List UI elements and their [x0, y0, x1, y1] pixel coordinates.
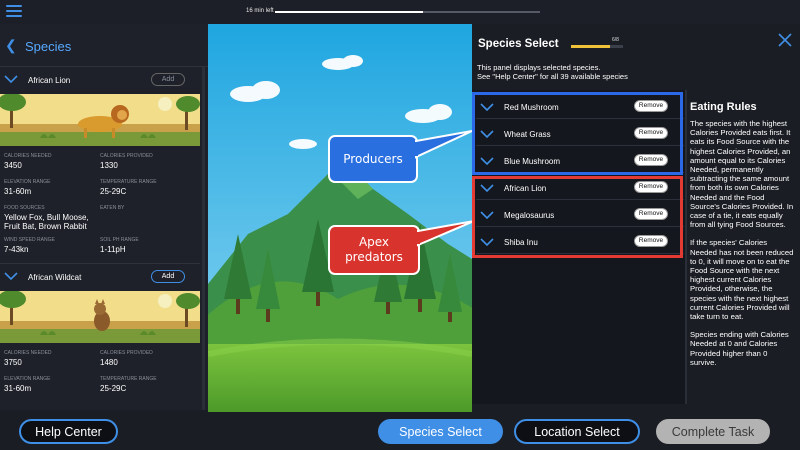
- species-select-title: Species Select: [478, 38, 559, 50]
- chevron-down-icon[interactable]: [4, 74, 18, 84]
- selection-progress-fill: [571, 45, 610, 48]
- food-sources-value: Yellow Fox, Bull Moose, Fruit Bat, Brown…: [4, 213, 89, 231]
- description-line-2: See "Help Center" for all 39 available s…: [477, 72, 628, 81]
- selection-progress-bar: [571, 45, 623, 48]
- species-card-name: African Lion: [28, 76, 71, 85]
- add-african-wildcat-button[interactable]: Add: [151, 270, 185, 283]
- panel-description: This panel displays selected species. Se…: [477, 63, 628, 81]
- african-lion-image: [0, 94, 200, 146]
- soil-ph-value: 1-11pH: [100, 245, 126, 254]
- producers-highlight-box: [472, 92, 683, 175]
- ecosystem-scene: Producers Apex predators: [208, 24, 472, 412]
- apex-predators-callout: Apex predators: [328, 225, 420, 275]
- chevron-down-icon[interactable]: [4, 271, 18, 281]
- time-progress-fill: [275, 11, 424, 13]
- eating-rules-paragraph-3: Species ending with Calories Needed at 0…: [690, 330, 789, 367]
- calories-needed-value: 3750: [4, 358, 22, 367]
- calories-provided-label: CALORIES PROVIDED: [100, 153, 153, 159]
- wind-speed-value: 7-43kn: [4, 245, 29, 254]
- calories-provided-value: 1330: [100, 161, 118, 170]
- apex-callout-pointer: [416, 220, 472, 247]
- time-left-label: 16 min left: [246, 8, 274, 14]
- species-scrollbar[interactable]: [202, 67, 205, 410]
- hamburger-icon[interactable]: [6, 5, 22, 18]
- temperature-label: TEMPERATURE RANGE: [100, 376, 157, 382]
- time-progress-bar: [275, 11, 540, 13]
- temperature-label: TEMPERATURE RANGE: [100, 179, 157, 185]
- complete-task-button[interactable]: Complete Task: [656, 419, 770, 444]
- close-icon[interactable]: [778, 33, 792, 47]
- eating-rules-title: Eating Rules: [690, 101, 757, 113]
- eaten-by-label: EATEN BY: [100, 205, 125, 211]
- species-select-button[interactable]: Species Select: [378, 419, 503, 444]
- species-card-header: African Wildcat Add: [0, 264, 200, 291]
- food-sources-label: FOOD SOURCES: [4, 205, 45, 211]
- eating-rules-paragraph-2: If the species' Calories Needed has not …: [690, 238, 794, 322]
- temperature-value: 25-29C: [100, 384, 127, 393]
- producers-callout-text: Producers: [343, 151, 403, 166]
- producers-callout-pointer: [414, 130, 472, 159]
- species-card-header: African Lion Add: [0, 67, 200, 94]
- calories-needed-label: CALORIES NEEDED: [4, 350, 52, 356]
- species-card-stats: CALORIES NEEDED 3750 CALORIES PROVIDED 148…: [0, 343, 200, 399]
- description-line-1: This panel displays selected species.: [477, 63, 601, 72]
- calories-provided-value: 1480: [100, 358, 118, 367]
- elevation-label: ELEVATION RANGE: [4, 179, 51, 185]
- elevation-label: ELEVATION RANGE: [4, 376, 51, 382]
- soil-ph-label: SOIL PH RANGE: [100, 237, 139, 243]
- species-header: ❮ Species: [0, 24, 208, 67]
- african-wildcat-image: [0, 291, 200, 343]
- apex-predators-callout-text: Apex predators: [345, 235, 403, 264]
- elevation-value: 31-60m: [4, 384, 32, 393]
- species-card-stats: CALORIES NEEDED 3450 CALORIES PROVIDED 133…: [0, 146, 200, 260]
- bottom-bar: Help Center Species Select Location Sele…: [0, 412, 800, 450]
- back-chevron-icon[interactable]: ❮: [5, 37, 17, 54]
- eating-rules: Eating Rules The species with the highes…: [690, 101, 794, 376]
- calories-needed-label: CALORIES NEEDED: [4, 153, 52, 159]
- selection-count: 6/8: [612, 37, 619, 43]
- help-center-button[interactable]: Help Center: [19, 419, 118, 444]
- species-panel: ❮ Species African Lion Add CALORIES NEED…: [0, 24, 208, 410]
- elevation-value: 31-60m: [4, 187, 32, 196]
- producers-callout: Producers: [328, 135, 418, 183]
- add-african-lion-button[interactable]: Add: [151, 73, 185, 86]
- calories-needed-value: 3450: [4, 161, 22, 170]
- species-panel-title: Species: [25, 39, 72, 54]
- landscape-illustration: [208, 24, 472, 412]
- species-card-african-lion: African Lion Add CALORIES NEEDED 3450 CA…: [0, 67, 200, 260]
- eating-rules-paragraph-1: The species with the highest Calories Pr…: [690, 119, 794, 230]
- panel-divider: [685, 90, 687, 404]
- species-card-name: African Wildcat: [28, 273, 82, 282]
- top-bar: 16 min left: [0, 0, 800, 24]
- wind-speed-label: WIND SPEED RANGE: [4, 237, 55, 243]
- apex-predators-highlight-box: [472, 176, 683, 258]
- species-select-panel: Species Select 6/8 This panel displays s…: [472, 24, 800, 412]
- temperature-value: 25-29C: [100, 187, 127, 196]
- species-card-african-wildcat: African Wildcat Add CALORIES NEEDED 3750…: [0, 264, 200, 399]
- calories-provided-label: CALORIES PROVIDED: [100, 350, 153, 356]
- location-select-button[interactable]: Location Select: [514, 419, 640, 444]
